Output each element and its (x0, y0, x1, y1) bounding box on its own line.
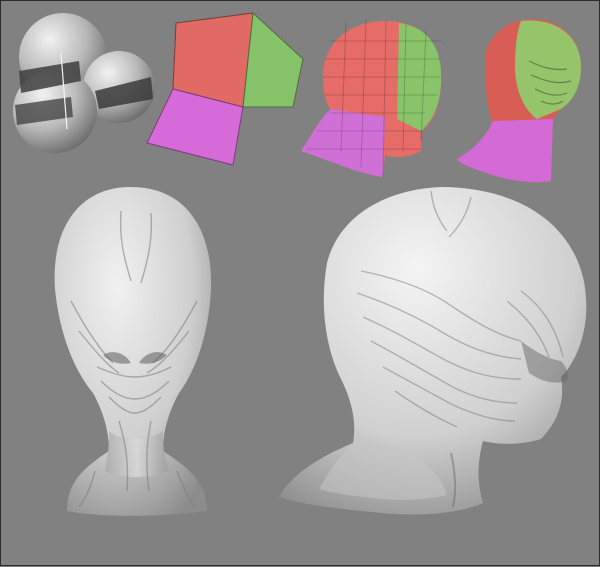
sphere-cluster (13, 13, 155, 153)
color-planes (146, 11, 304, 166)
sculpted-magenta (457, 119, 553, 183)
sculpted-green (515, 20, 581, 120)
plane-green (242, 11, 304, 108)
lowpoly-magenta (301, 109, 385, 177)
alien-head-side (279, 187, 587, 515)
sculpted-colored-head (457, 19, 581, 183)
lowpoly-head (301, 18, 442, 178)
viewport (0, 0, 600, 566)
side-head-shape (279, 187, 587, 515)
alien-head-front (54, 187, 212, 516)
scene-svg (13, 11, 587, 516)
